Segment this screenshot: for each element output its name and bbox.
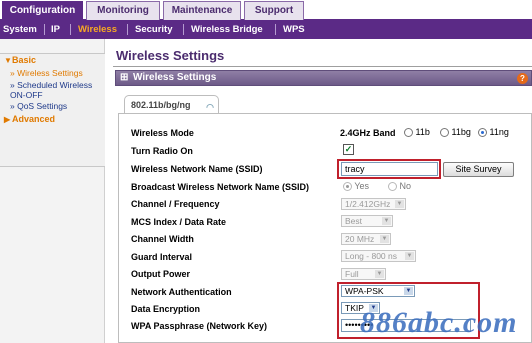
- tab-support[interactable]: Support: [244, 1, 304, 20]
- chevron-down-icon: ▼: [375, 270, 384, 278]
- radio-icon: [388, 182, 397, 192]
- wireless-mode-11ng[interactable]: 11ng: [478, 127, 509, 138]
- wifi-icon: ◠: [206, 102, 214, 112]
- wireless-mode-label: Wireless Mode: [131, 128, 194, 138]
- sub-navigation: System IP Wireless Security Wireless Bri…: [0, 20, 532, 39]
- sidebar-item-qos-settings[interactable]: » QoS Settings: [10, 101, 67, 111]
- help-icon[interactable]: ?: [517, 73, 528, 84]
- band-label: 2.4GHz Band: [340, 128, 396, 138]
- turn-radio-on-checkbox[interactable]: ✓: [343, 144, 354, 155]
- subnav-wireless[interactable]: Wireless: [78, 20, 117, 39]
- radio-icon: [440, 128, 449, 138]
- sidebar-item-wireless-settings[interactable]: » Wireless Settings: [10, 68, 83, 78]
- sidebar-group-advanced[interactable]: ▶ Advanced: [4, 114, 55, 124]
- band-tab-label: 802.11b/bg/ng: [131, 100, 191, 110]
- wireless-mode-11b[interactable]: 11b: [404, 127, 430, 138]
- option-label: 11b: [415, 127, 430, 137]
- broadcast-ssid-no[interactable]: No: [388, 181, 412, 192]
- select-value: Full: [345, 269, 359, 279]
- tab-configuration[interactable]: Configuration: [2, 1, 83, 20]
- network-authentication-select[interactable]: WPA-PSK ▼: [341, 285, 415, 297]
- radio-icon: [404, 128, 413, 138]
- guard-interval-select[interactable]: Long - 800 ns ▼: [341, 250, 416, 262]
- watermark-logo: 886abc.com: [360, 306, 518, 339]
- page-title: Wireless Settings: [116, 48, 225, 63]
- select-value: Best: [345, 216, 363, 226]
- subnav-divider: [44, 24, 45, 35]
- ssid-label: Wireless Network Name (SSID): [131, 164, 263, 174]
- sidebar-group-label: Advanced: [12, 114, 56, 124]
- select-value: 1/2.412GHz: [345, 199, 391, 209]
- subnav-divider: [275, 24, 276, 35]
- ssid-input[interactable]: tracy: [341, 162, 438, 176]
- select-value: Long - 800 ns: [345, 251, 397, 261]
- guard-interval-label: Guard Interval: [131, 252, 193, 262]
- collapse-icon[interactable]: ⊞: [120, 72, 128, 83]
- chevron-down-icon: ▼: [404, 287, 413, 295]
- tab-maintenance[interactable]: Maintenance: [163, 1, 241, 20]
- broadcast-ssid-label: Broadcast Wireless Network Name (SSID): [131, 182, 309, 192]
- section-header: ⊞ Wireless Settings ?: [115, 70, 532, 86]
- tab-monitoring[interactable]: Monitoring: [86, 1, 160, 20]
- option-label: Yes: [354, 181, 370, 191]
- channel-width-label: Channel Width: [131, 234, 194, 244]
- title-divider: [113, 66, 532, 67]
- sidebar-item-label: Wireless Settings: [17, 68, 83, 78]
- broadcast-ssid-yes[interactable]: Yes: [343, 181, 370, 192]
- sidebar: ▼Basic » Wireless Settings » Scheduled W…: [0, 39, 105, 343]
- site-survey-button[interactable]: Site Survey: [443, 162, 514, 177]
- channel-frequency-label: Channel / Frequency: [131, 199, 220, 209]
- sidebar-item-label: QoS Settings: [17, 101, 68, 111]
- subnav-system[interactable]: System: [3, 20, 37, 39]
- wireless-mode-11bg[interactable]: 11bg: [440, 127, 471, 138]
- subnav-wireless-bridge[interactable]: Wireless Bridge: [191, 20, 263, 39]
- subnav-divider: [70, 24, 71, 35]
- section-title: Wireless Settings: [133, 72, 217, 83]
- subnav-security[interactable]: Security: [135, 20, 173, 39]
- mcs-index-label: MCS Index / Data Rate: [131, 217, 227, 227]
- output-power-label: Output Power: [131, 269, 190, 279]
- chevron-right-icon: ▶: [4, 115, 11, 124]
- option-label: No: [399, 181, 412, 191]
- sidebar-item-label: Scheduled Wireless ON-OFF: [10, 80, 93, 100]
- channel-width-select[interactable]: 20 MHz ▼: [341, 233, 391, 245]
- top-tab-bar: Configuration Monitoring Maintenance Sup…: [0, 0, 532, 20]
- chevron-down-icon: ▼: [4, 56, 12, 65]
- subnav-ip[interactable]: IP: [51, 20, 60, 39]
- network-authentication-label: Network Authentication: [131, 287, 232, 297]
- select-value: 20 MHz: [345, 234, 375, 244]
- sidebar-group-label: Basic: [12, 55, 37, 65]
- wpa-passphrase-label: WPA Passphrase (Network Key): [131, 321, 268, 331]
- output-power-select[interactable]: Full ▼: [341, 268, 386, 280]
- tab-band-802-11bgng[interactable]: 802.11b/bg/ng ◠: [124, 95, 219, 113]
- option-label: 11bg: [451, 127, 471, 137]
- chevron-down-icon: ▼: [382, 217, 391, 225]
- sidebar-group-basic[interactable]: ▼Basic: [4, 55, 36, 65]
- data-encryption-label: Data Encryption: [131, 304, 201, 314]
- radio-icon: [478, 128, 487, 138]
- sidebar-item-scheduled-wireless[interactable]: » Scheduled Wireless ON-OFF: [10, 80, 104, 100]
- channel-frequency-select[interactable]: 1/2.412GHz ▼: [341, 198, 406, 210]
- subnav-wps[interactable]: WPS: [283, 20, 305, 39]
- turn-radio-on-label: Turn Radio On: [131, 146, 193, 156]
- mcs-index-select[interactable]: Best ▼: [341, 215, 393, 227]
- chevron-down-icon: ▼: [395, 200, 404, 208]
- chevron-down-icon: ▼: [405, 252, 414, 260]
- subnav-divider: [183, 24, 184, 35]
- subnav-divider: [127, 24, 128, 35]
- option-label: 11ng: [489, 127, 509, 137]
- select-value: WPA-PSK: [345, 286, 384, 296]
- radio-icon: [343, 182, 352, 192]
- chevron-down-icon: ▼: [380, 235, 389, 243]
